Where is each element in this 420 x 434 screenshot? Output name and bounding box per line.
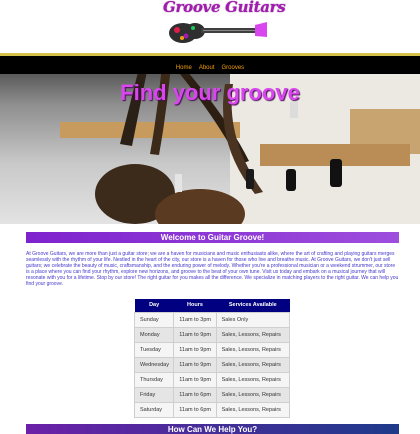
day-cell: Tuesday [133, 341, 175, 358]
main-content: Welcome to Guitar Groove! At Groove Guit… [26, 232, 399, 287]
hero-title: Find your groove [120, 80, 300, 105]
nav-grooves-link[interactable]: Grooves [222, 65, 245, 71]
services-cell: Sales, Lessons, Repairs [215, 401, 291, 418]
day-cell: Thursday [133, 371, 175, 388]
nav-home-link[interactable]: Home [176, 65, 192, 71]
hours-cell: 11am to 9pm [173, 341, 217, 358]
column-header-hours: Hours [173, 299, 217, 312]
services-cell: Sales, Lessons, Repairs [215, 371, 291, 388]
table-row: Monday 11am to 9pm Sales, Lessons, Repai… [133, 326, 291, 343]
services-cell: Sales, Lessons, Repairs [215, 341, 291, 358]
header: Groove Guitars [0, 0, 420, 56]
services-cell: Sales Only [215, 311, 291, 328]
store-hours-table: Day Hours Services Available Sunday 11am… [133, 299, 291, 418]
nav-about-link[interactable]: About [199, 65, 215, 71]
day-cell: Saturday [133, 401, 175, 418]
hours-cell: 11am to 9pm [173, 356, 217, 373]
help-section: How Can We Help You? [26, 424, 399, 434]
day-cell: Friday [133, 386, 175, 403]
welcome-text: At Groove Guitars, we are more than just… [26, 251, 399, 287]
table-row: Saturday 11am to 6pm Sales, Lessons, Rep… [133, 401, 291, 418]
services-cell: Sales, Lessons, Repairs [215, 386, 291, 403]
hours-cell: 11am to 6pm [173, 386, 217, 403]
hours-cell: 11am to 9pm [173, 371, 217, 388]
welcome-heading: Welcome to Guitar Groove! [26, 232, 399, 243]
help-heading: How Can We Help You? [26, 424, 399, 434]
services-cell: Sales, Lessons, Repairs [215, 326, 291, 343]
table-row: Thursday 11am to 9pm Sales, Lessons, Rep… [133, 371, 291, 388]
column-header-services: Services Available [216, 299, 290, 312]
hours-cell: 11am to 6pm [173, 401, 217, 418]
hours-cell: 11am to 9pm [173, 326, 217, 343]
services-cell: Sales, Lessons, Repairs [215, 356, 291, 373]
hours-cell: 11am to 3pm [173, 311, 217, 328]
day-cell: Monday [133, 326, 175, 343]
column-header-day: Day [134, 299, 174, 312]
table-row: Sunday 11am to 3pm Sales Only [133, 311, 291, 328]
brand-name: Groove Guitars [163, 0, 286, 16]
day-cell: Wednesday [133, 356, 175, 373]
table-row: Friday 11am to 6pm Sales, Lessons, Repai… [133, 386, 291, 403]
table-row: Tuesday 11am to 9pm Sales, Lessons, Repa… [133, 341, 291, 358]
hero-banner: Find your groove [0, 74, 420, 224]
brand-logo[interactable]: Groove Guitars [155, 0, 286, 50]
table-row: Wednesday 11am to 9pm Sales, Lessons, Re… [133, 356, 291, 373]
main-nav: Home About Grooves [0, 56, 420, 74]
day-cell: Sunday [133, 311, 175, 328]
